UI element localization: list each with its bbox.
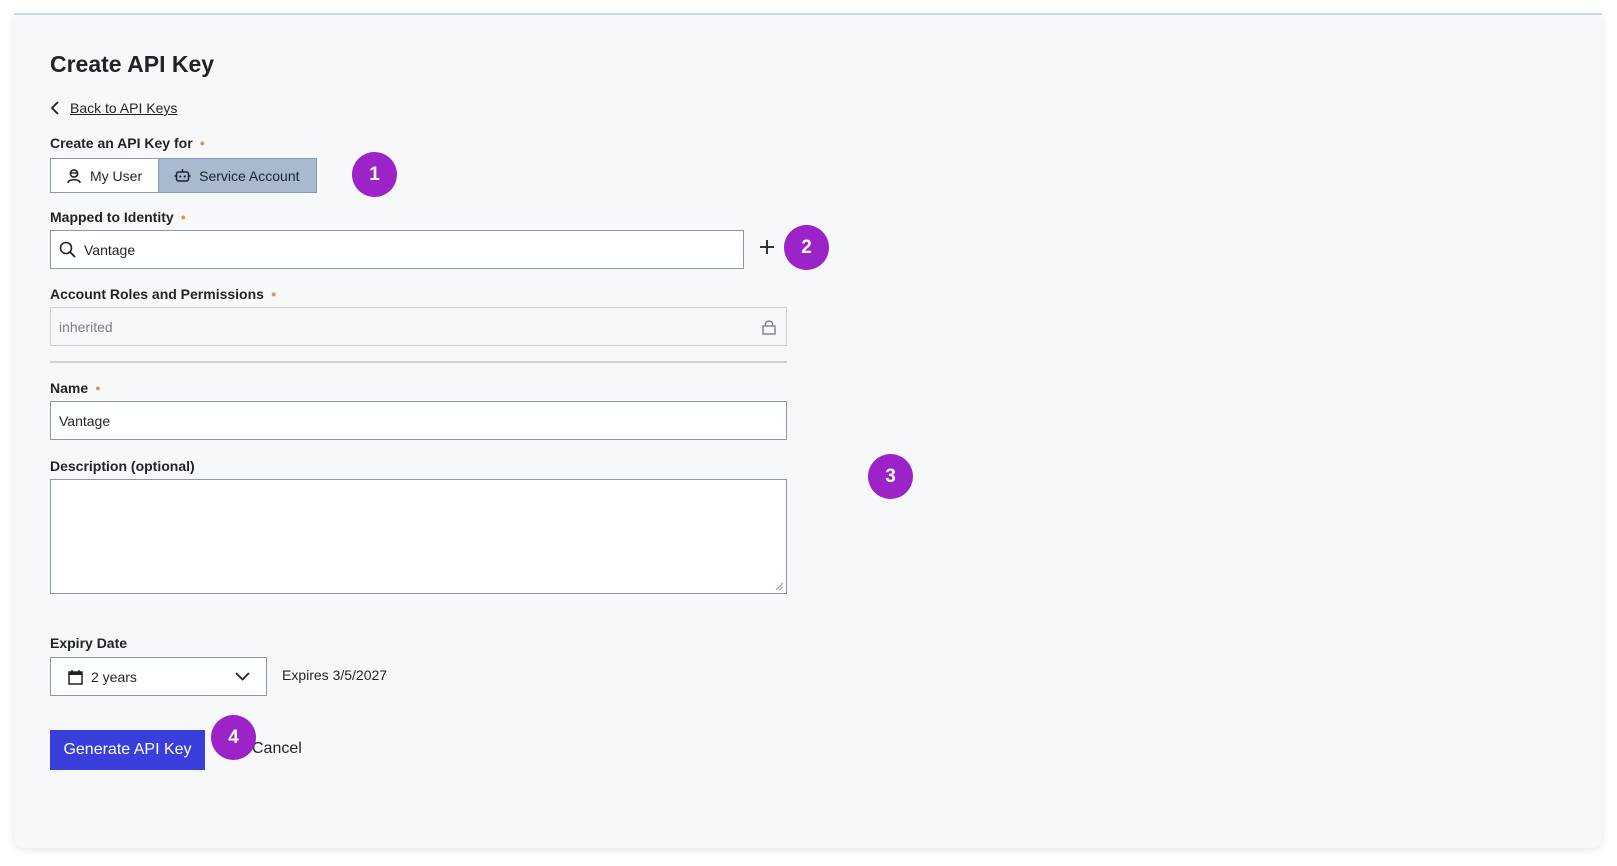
roles-field: inherited bbox=[50, 307, 787, 346]
create-api-key-panel: Create API Key Back to API Keys Create a… bbox=[14, 13, 1602, 848]
required-dot: ● bbox=[199, 137, 206, 148]
expiry-label-text: Expiry Date bbox=[50, 635, 128, 651]
roles-label: Account Roles and Permissions ● bbox=[50, 286, 276, 302]
calendar-icon bbox=[68, 669, 83, 685]
expiry-select[interactable]: 2 years bbox=[50, 657, 267, 696]
robot-icon bbox=[174, 169, 191, 182]
service-account-option[interactable]: Service Account bbox=[158, 159, 316, 192]
name-label-text: Name bbox=[50, 380, 89, 396]
section-divider bbox=[50, 361, 787, 363]
service-account-label: Service Account bbox=[199, 167, 300, 184]
identity-label-text: Mapped to Identity bbox=[50, 209, 174, 225]
identity-label: Mapped to Identity ● bbox=[50, 209, 186, 225]
step-badge-2: 2 bbox=[784, 225, 829, 270]
page-title: Create API Key bbox=[50, 51, 215, 77]
description-label: Description (optional) bbox=[50, 458, 195, 474]
chevron-down-icon bbox=[235, 672, 250, 681]
step-badge-4: 4 bbox=[211, 715, 256, 760]
required-dot: ● bbox=[180, 211, 187, 222]
resize-handle-icon[interactable] bbox=[775, 582, 784, 591]
name-input[interactable]: Vantage bbox=[50, 401, 787, 440]
description-label-text: Description (optional) bbox=[50, 458, 195, 474]
step-badge-3: 3 bbox=[868, 454, 913, 499]
chevron-left-icon bbox=[50, 101, 59, 115]
expiry-label: Expiry Date bbox=[50, 635, 127, 651]
my-user-option[interactable]: My User bbox=[51, 159, 159, 192]
description-textarea[interactable] bbox=[50, 479, 787, 594]
cancel-button[interactable]: Cancel bbox=[252, 740, 302, 758]
user-icon bbox=[67, 168, 81, 183]
step-badge-1: 1 bbox=[352, 152, 397, 197]
search-icon bbox=[59, 241, 76, 258]
identity-value: Vantage bbox=[84, 241, 136, 258]
required-dot: ● bbox=[270, 288, 277, 299]
plus-icon[interactable] bbox=[755, 235, 779, 259]
key-for-label: Create an API Key for ● bbox=[50, 135, 205, 151]
expiry-note: Expires 3/5/2027 bbox=[282, 667, 388, 683]
key-for-segmented-control: My User Service Account bbox=[50, 158, 317, 193]
name-label: Name ● bbox=[50, 380, 101, 396]
back-link[interactable]: Back to API Keys bbox=[50, 100, 177, 116]
roles-value: inherited bbox=[59, 318, 113, 335]
back-link-label: Back to API Keys bbox=[70, 100, 178, 116]
my-user-label: My User bbox=[90, 167, 143, 184]
expiry-selected-value: 2 years bbox=[91, 668, 137, 685]
name-value: Vantage bbox=[59, 412, 111, 429]
generate-api-key-button[interactable]: Generate API Key bbox=[50, 730, 205, 770]
roles-label-text: Account Roles and Permissions bbox=[50, 286, 264, 302]
key-for-label-text: Create an API Key for bbox=[50, 135, 193, 151]
identity-search-input[interactable]: Vantage bbox=[50, 230, 744, 269]
required-dot: ● bbox=[95, 382, 101, 393]
lock-icon bbox=[762, 320, 776, 335]
